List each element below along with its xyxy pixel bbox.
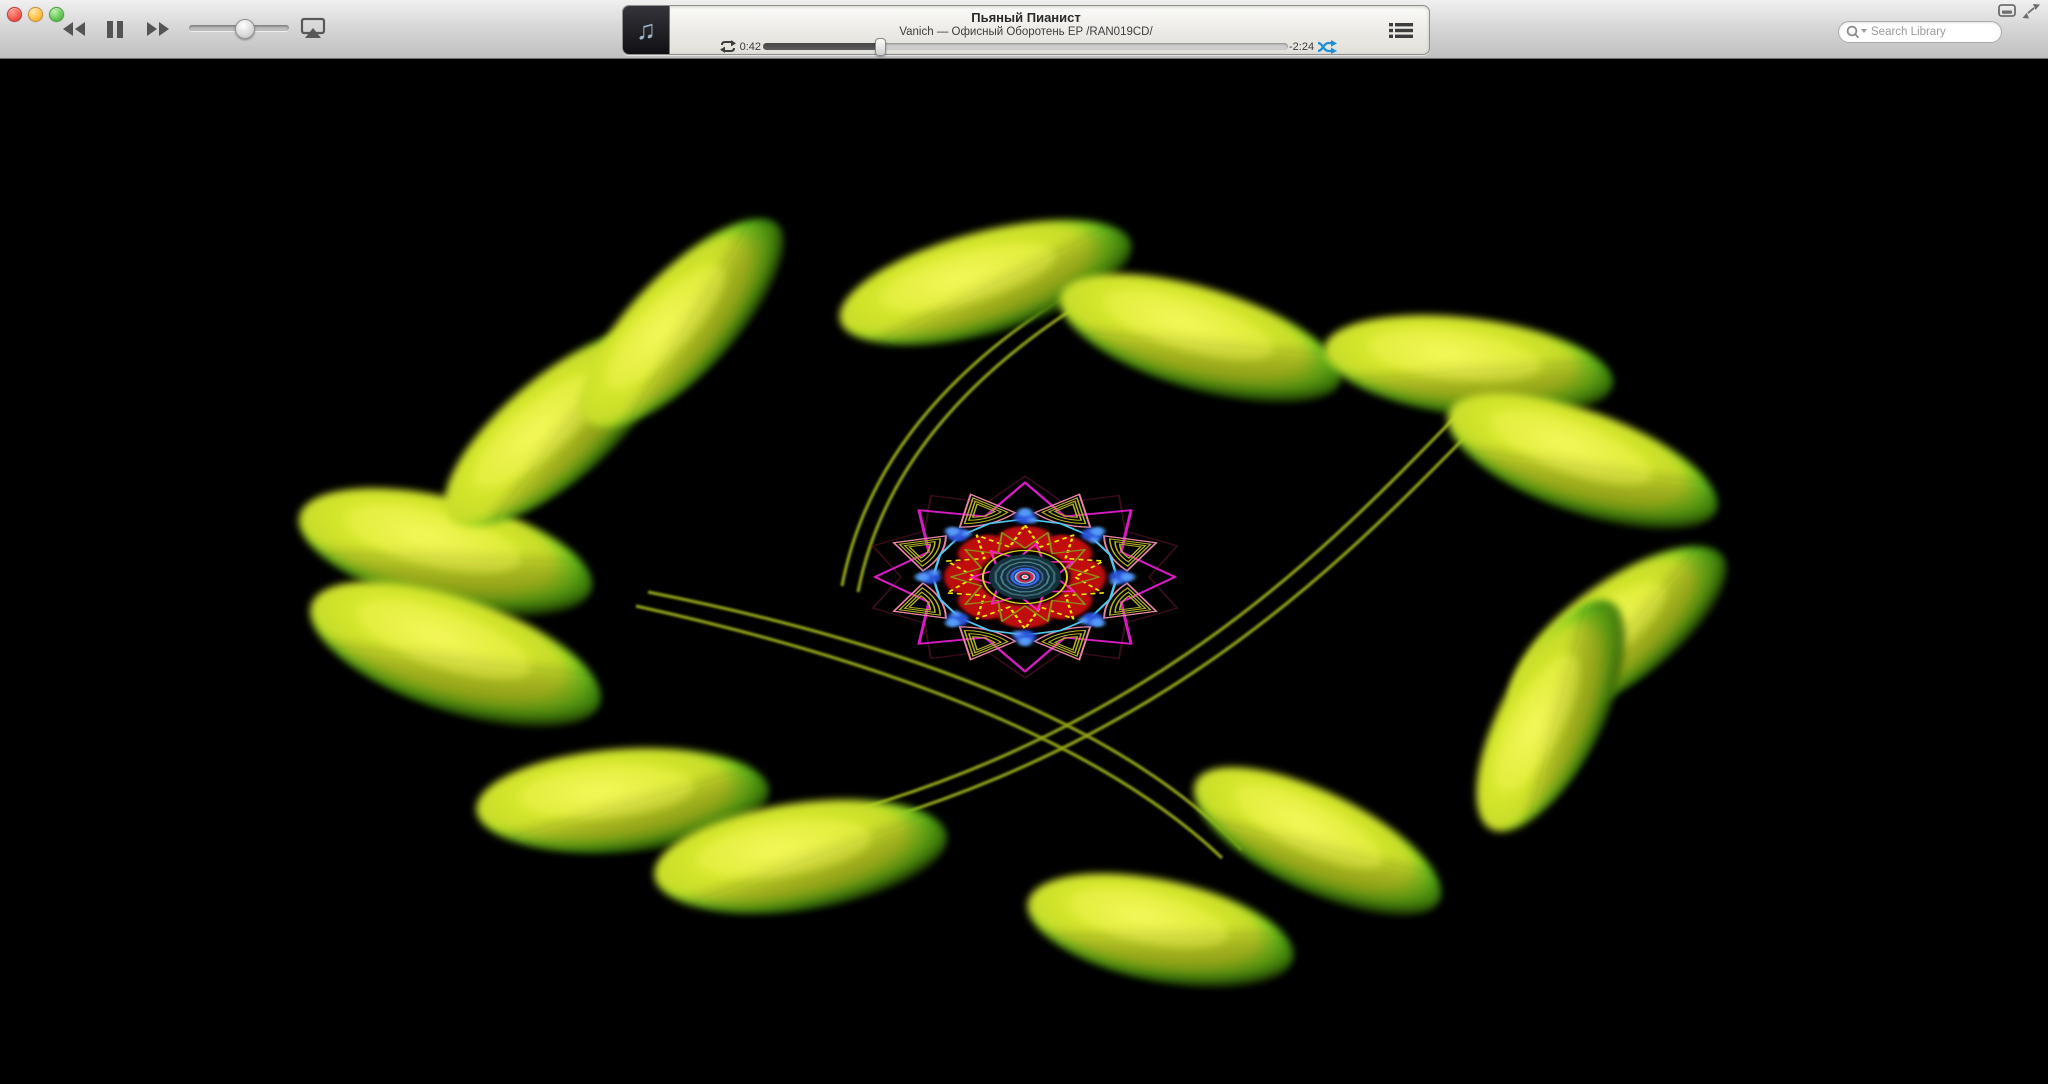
search-field (1838, 21, 2002, 43)
itunes-window: ♫ Пьяный Пианист Vanich — Офисный Оборот… (0, 0, 2048, 1084)
search-input[interactable] (1869, 23, 1997, 41)
toolbar: ♫ Пьяный Пианист Vanich — Офисный Оборот… (0, 0, 2048, 59)
butterfly-top (827, 195, 1354, 429)
mandala-petal-cluster (882, 525, 951, 572)
trail-arc (742, 410, 1478, 854)
mandala (873, 476, 1177, 678)
fullscreen-icon (2022, 4, 2041, 19)
search-icon (1846, 25, 1868, 39)
butterfly-bottom (473, 739, 953, 929)
minimize-button[interactable] (28, 7, 43, 22)
mandala-petal-cluster (1099, 525, 1168, 572)
butterfly-petal (1018, 853, 1303, 1007)
mandala-core (989, 554, 1061, 599)
pause-icon (106, 21, 124, 38)
progress-bar[interactable] (763, 43, 1288, 50)
mandala-petal-cluster (943, 623, 1018, 667)
up-next-list-icon (1389, 23, 1413, 38)
track-title: Пьяный Пианист (673, 10, 1379, 25)
mandala-petal-cluster (1032, 623, 1107, 667)
fast-forward-button[interactable] (146, 21, 170, 37)
elapsed-time: 0:42 (731, 41, 761, 53)
mandala-blue-blob (1109, 570, 1135, 585)
rewind-button[interactable] (62, 21, 86, 37)
lcd-transport-row: 0:42 -2:24 (623, 40, 1429, 54)
fast-forward-icon (146, 21, 170, 37)
mandala-blue-blob (1014, 508, 1038, 524)
up-next-button[interactable] (1389, 23, 1413, 43)
shuffle-button[interactable] (1317, 40, 1338, 59)
butterfly-petal (552, 190, 813, 455)
mandala-blue-blob (1012, 630, 1036, 646)
butterfly-lower-right (1018, 738, 1460, 1007)
mandala-blue-blob (915, 569, 941, 584)
zoom-button[interactable] (49, 7, 64, 22)
airplay-button[interactable] (300, 17, 326, 39)
volume-slider[interactable] (189, 25, 289, 31)
play-pause-button[interactable] (106, 21, 124, 38)
rewind-icon (62, 21, 86, 37)
mini-player-icon (1998, 4, 2016, 17)
mandala-petal-cluster (943, 487, 1018, 531)
mandala-petal-cluster (1099, 582, 1168, 629)
track-info: Vanich — Офисный Оборотень EP /RAN019CD/ (673, 26, 1379, 38)
mandala-petal-cluster (1032, 487, 1107, 531)
butterfly-right (1447, 516, 1751, 852)
mini-player-button[interactable] (1998, 4, 2016, 22)
mandala-petal-cluster (882, 582, 951, 629)
butterfly-upper-left (416, 190, 812, 557)
butterfly-upper-right (1318, 301, 1732, 557)
lcd-display: ♫ Пьяный Пианист Vanich — Офисный Оборот… (622, 5, 1430, 55)
visualizer-canvas (0, 0, 2048, 1084)
progress-fill (763, 43, 879, 50)
airplay-icon (300, 17, 326, 39)
progress-knob[interactable] (875, 38, 886, 56)
shuffle-icon (1317, 40, 1338, 54)
close-button[interactable] (7, 7, 22, 22)
fullscreen-button[interactable] (2022, 4, 2041, 24)
volume-knob[interactable] (235, 19, 255, 39)
